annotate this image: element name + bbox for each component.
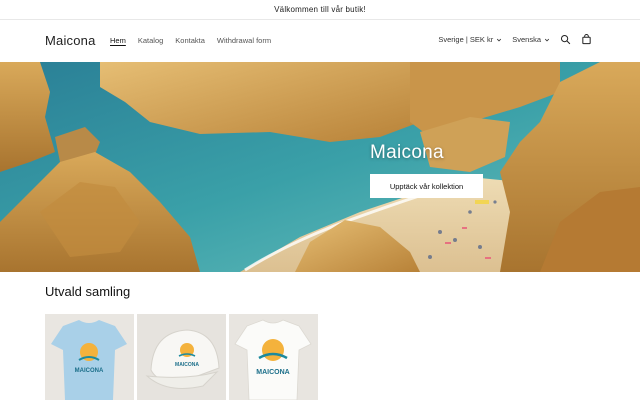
- hero-title: Maicona: [370, 142, 444, 163]
- store-logo[interactable]: Maicona: [45, 33, 96, 48]
- featured-collection-title: Utvald samling: [45, 284, 131, 299]
- cart-icon[interactable]: [581, 34, 592, 45]
- product-image-blue-tshirt: MAICONA: [45, 314, 134, 400]
- product-card[interactable]: MAICONA: [45, 314, 134, 400]
- site-header: Maicona Hem Katalog Kontakta Withdrawal …: [0, 20, 640, 62]
- country-selector[interactable]: Sverige | SEK kr: [438, 35, 502, 44]
- chevron-down-icon: [544, 38, 550, 41]
- product-card[interactable]: MAICONA: [229, 314, 318, 400]
- product-logo-text: MAICONA: [256, 369, 289, 376]
- header-tools: Sverige | SEK kr Svenska: [438, 34, 592, 45]
- announcement-text: Välkommen till vår butik!: [274, 5, 366, 14]
- product-card[interactable]: MAICONA: [137, 314, 226, 400]
- language-selector-label: Svenska: [512, 35, 541, 44]
- nav-item-contact[interactable]: Kontakta: [175, 36, 205, 45]
- language-selector[interactable]: Svenska: [512, 35, 550, 44]
- hero-image: [0, 62, 640, 272]
- hero-banner: Maicona Upptäck vår kollektion: [0, 62, 640, 272]
- main-nav: Hem Katalog Kontakta Withdrawal form: [110, 36, 271, 45]
- search-icon[interactable]: [560, 34, 571, 45]
- product-logo-text: MAICONA: [75, 368, 104, 374]
- discover-collection-button[interactable]: Upptäck vår kollektion: [370, 174, 483, 198]
- nav-item-home[interactable]: Hem: [110, 36, 126, 45]
- announcement-bar: Välkommen till vår butik!: [0, 0, 640, 20]
- product-logo-text: MAICONA: [175, 362, 199, 368]
- country-selector-label: Sverige | SEK kr: [438, 35, 494, 44]
- chevron-down-icon: [497, 38, 502, 41]
- nav-item-catalog[interactable]: Katalog: [138, 36, 163, 45]
- nav-item-withdrawal-form[interactable]: Withdrawal form: [217, 36, 271, 45]
- product-image-white-tshirt: MAICONA: [229, 314, 318, 400]
- product-image-white-cap: MAICONA: [137, 314, 226, 400]
